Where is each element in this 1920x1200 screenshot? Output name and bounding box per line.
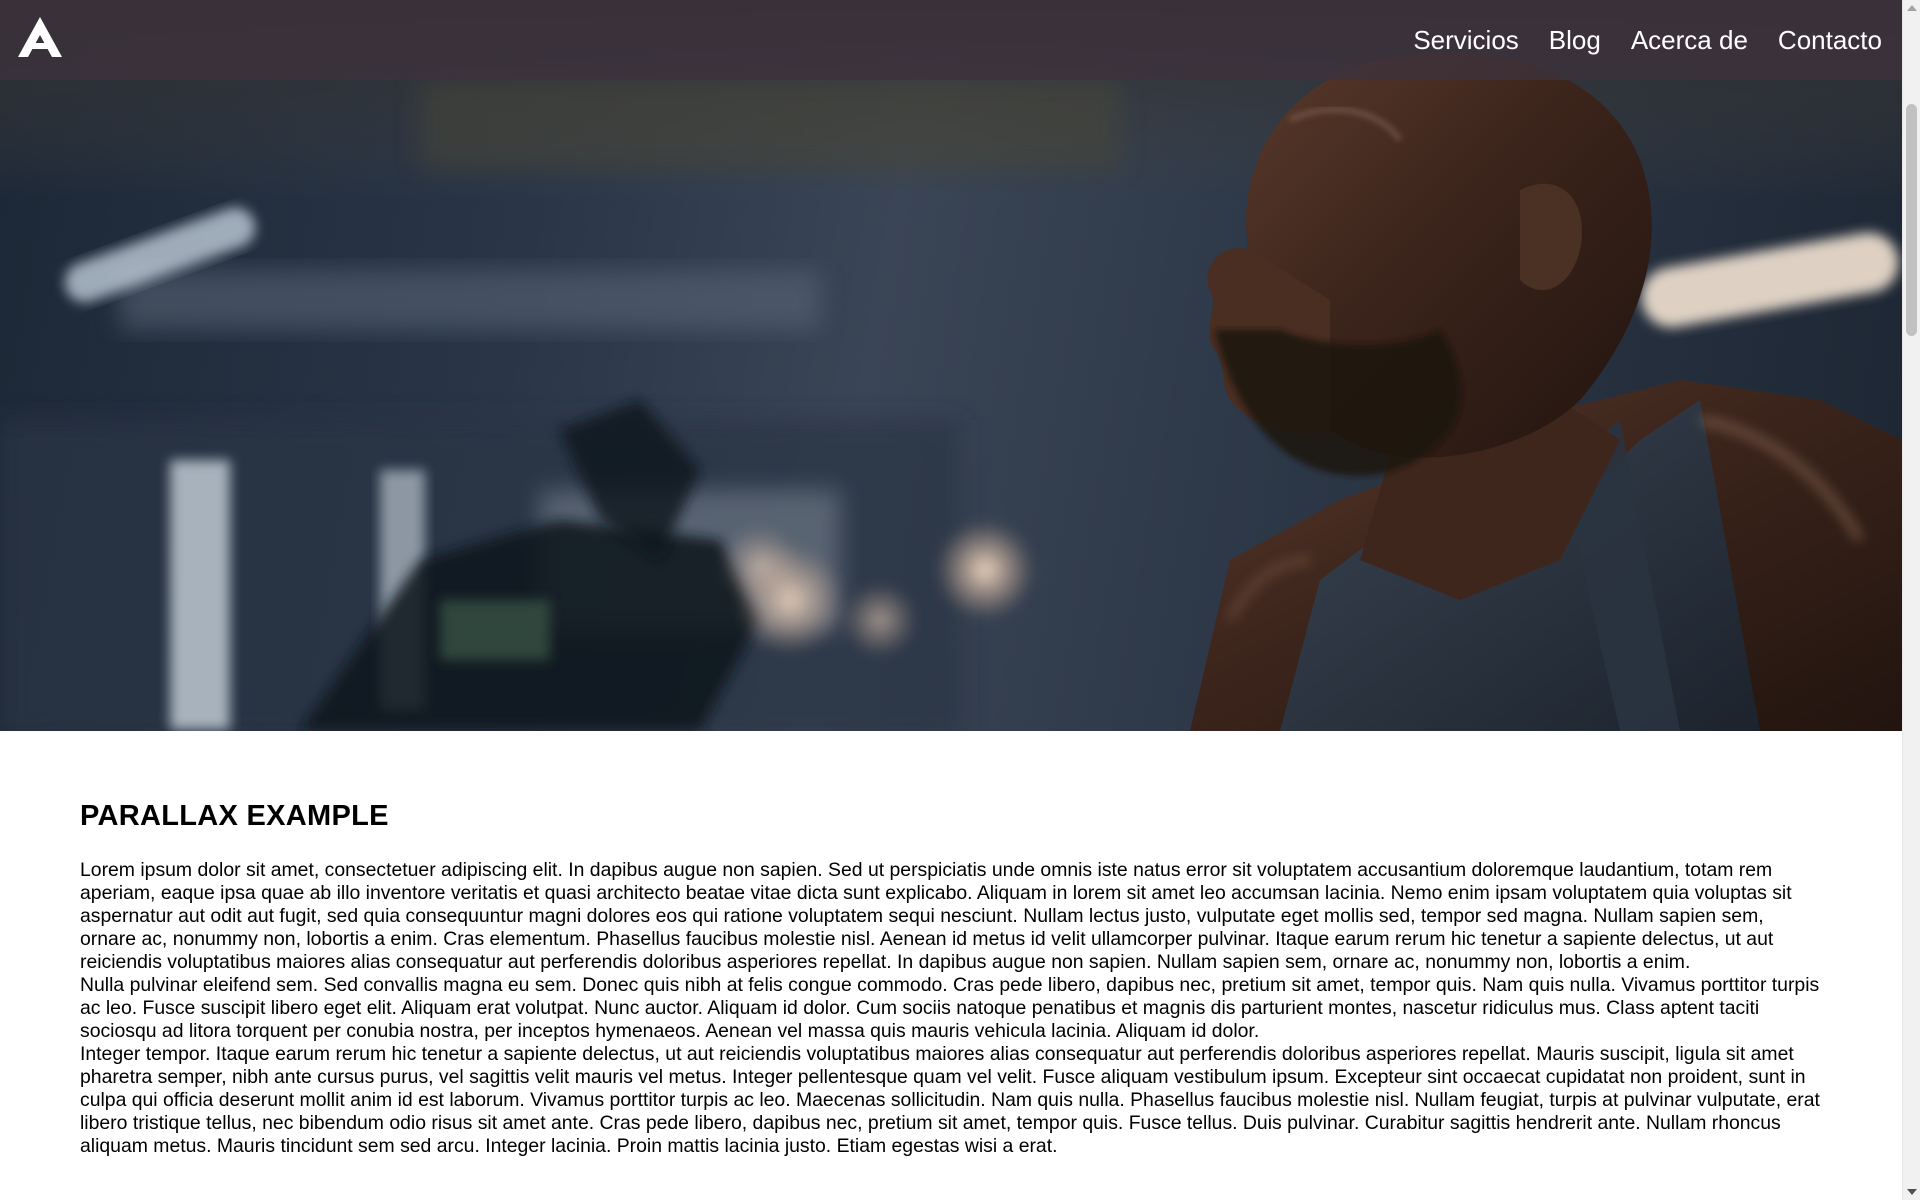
paragraph-1: Lorem ipsum dolor sit amet, consectetuer… bbox=[80, 859, 1792, 973]
hero-image bbox=[0, 0, 1902, 731]
page-title: PARALLAX EXAMPLE bbox=[80, 800, 389, 832]
nav-link-blog[interactable]: Blog bbox=[1549, 25, 1601, 56]
body-text: Lorem ipsum dolor sit amet, consectetuer… bbox=[80, 859, 1825, 1158]
gym-athlete-photo bbox=[0, 0, 1902, 731]
paragraph-2: Nulla pulvinar eleifend sem. Sed convall… bbox=[80, 974, 1820, 1042]
nav-menu: Servicios Blog Acerca de Contacto bbox=[1413, 0, 1882, 80]
triangle-a-logo-icon[interactable] bbox=[18, 17, 62, 57]
vertical-scrollbar[interactable] bbox=[1902, 0, 1920, 1200]
top-navbar: Servicios Blog Acerca de Contacto bbox=[0, 0, 1902, 80]
scroll-down-arrow-icon[interactable] bbox=[1907, 1189, 1917, 1195]
nav-link-servicios[interactable]: Servicios bbox=[1413, 25, 1518, 56]
main-content: PARALLAX EXAMPLE Lorem ipsum dolor sit a… bbox=[80, 800, 1825, 1158]
scroll-up-arrow-icon[interactable] bbox=[1907, 5, 1917, 11]
paragraph-3: Integer tempor. Itaque earum rerum hic t… bbox=[80, 1043, 1820, 1157]
browser-viewport: Servicios Blog Acerca de Contacto PARALL… bbox=[0, 0, 1920, 1200]
page: Servicios Blog Acerca de Contacto PARALL… bbox=[0, 0, 1902, 1200]
nav-link-acerca-de[interactable]: Acerca de bbox=[1631, 25, 1748, 56]
scrollbar-thumb[interactable] bbox=[1906, 104, 1917, 336]
nav-link-contacto[interactable]: Contacto bbox=[1778, 25, 1882, 56]
